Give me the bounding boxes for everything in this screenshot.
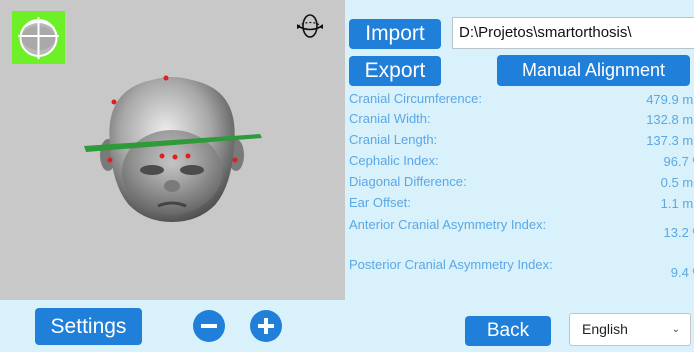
back-button[interactable]: Back [465, 316, 551, 346]
3d-viewport[interactable] [0, 0, 345, 300]
metric-label: Diagonal Difference: [349, 174, 467, 189]
metric-label: Ear Offset: [349, 195, 411, 210]
metric-label: Cranial Length: [349, 132, 438, 147]
metric-label: Cephalic Index: [349, 153, 439, 168]
metric-value: 479.9 mm [646, 92, 694, 107]
language-select[interactable]: English ⌄ [569, 313, 691, 346]
metric-value: 9.4 % [670, 265, 694, 280]
metric-label: Cranial Circumference: [349, 91, 482, 106]
zoom-in-button[interactable] [250, 310, 282, 342]
minus-icon [201, 324, 217, 328]
chevron-down-icon: ⌄ [671, 324, 680, 335]
metric-value: 1.1 mm [660, 196, 694, 211]
metric-value: 132.8 mm [646, 112, 694, 127]
file-path-field[interactable]: D:\Projetos\smartorthosis\ [452, 17, 694, 49]
infant-head-3d-model[interactable] [70, 60, 280, 235]
plus-icon [258, 318, 274, 334]
metric-value: 96.7 % [663, 154, 694, 169]
manual-alignment-button[interactable]: Manual Alignment [497, 55, 690, 86]
settings-button[interactable]: Settings [35, 308, 142, 345]
metric-label: Anterior Cranial Asymmetry Index: [349, 217, 547, 232]
zoom-out-button[interactable] [193, 310, 225, 342]
metric-value: 0.5 mm [660, 175, 694, 190]
language-selected-value: English [582, 321, 628, 337]
export-button[interactable]: Export [349, 56, 441, 86]
head-top-view-thumbnail[interactable] [12, 11, 65, 64]
head-top-view-icon [18, 17, 59, 59]
rotate-gizmo-icon[interactable] [295, 11, 325, 46]
import-button[interactable]: Import [349, 19, 441, 49]
metric-value: 13.2 % [663, 225, 694, 240]
metric-label: Cranial Width: [349, 111, 431, 126]
metric-value: 137.3 mm [646, 133, 694, 148]
metric-label: Posterior Cranial Asymmetry Index: [349, 257, 553, 272]
